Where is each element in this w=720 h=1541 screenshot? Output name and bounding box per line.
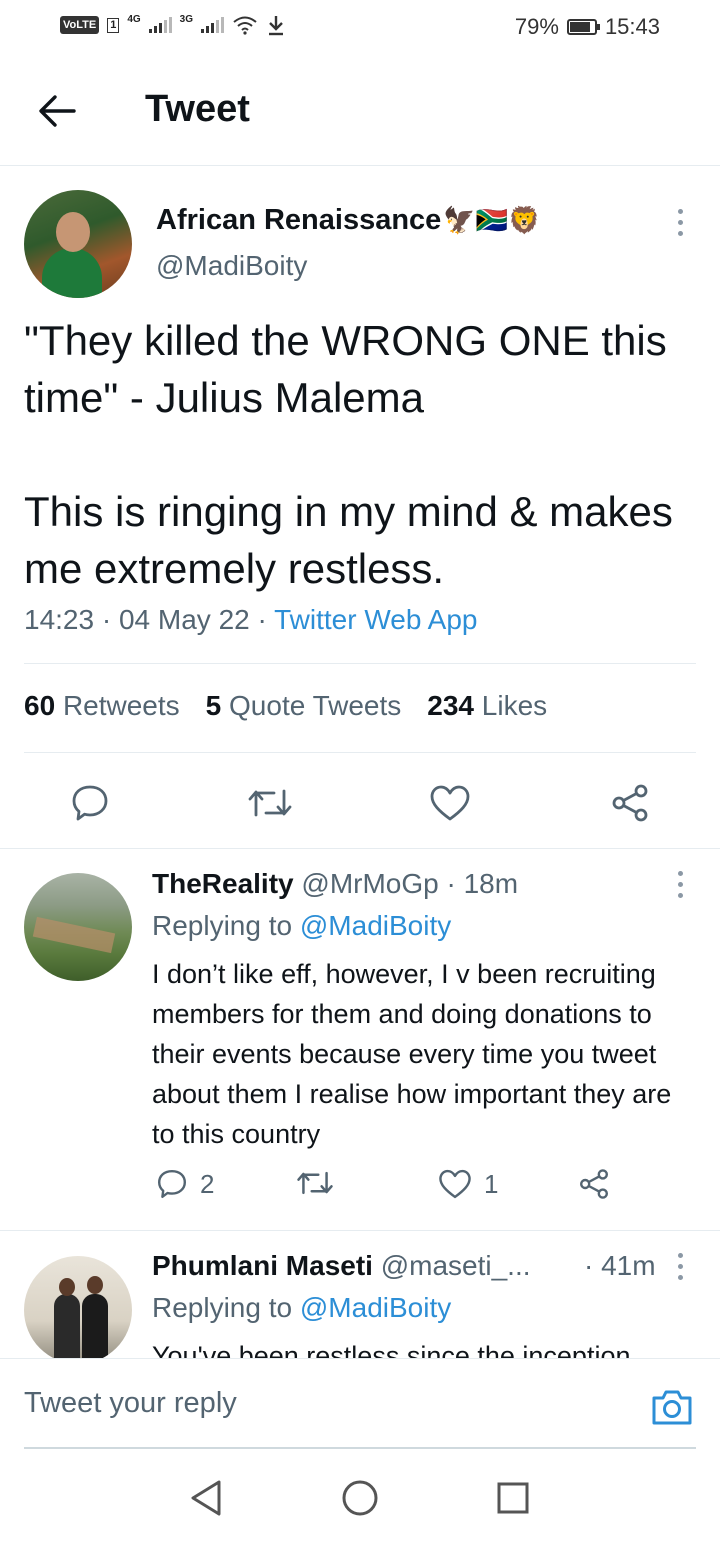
heart-icon [430,785,470,821]
camera-button[interactable] [650,1387,694,1427]
battery-icon [566,19,600,35]
replying-to: Replying to @MadiBoity [152,910,451,942]
reply-avatar[interactable] [24,1256,132,1358]
reply-age: · 18m [446,868,519,899]
reply-author-name[interactable]: Phumlani Maseti [152,1250,373,1281]
nav-back-button[interactable] [186,1478,226,1518]
reply-more-options-button[interactable] [670,1246,690,1286]
quote-tweets-count: 5 [205,690,222,721]
tweet-actions [0,770,720,834]
nav-recents-button[interactable] [493,1478,533,1518]
download-icon [269,16,284,36]
reply-text: You've been restless since the inception [152,1341,631,1358]
author-avatar[interactable] [24,190,132,298]
reply-button[interactable] [65,778,115,828]
reply-author-name[interactable]: TheReality [152,868,294,899]
volte-badge: VoLTE [60,16,100,34]
author-name-text: African Renaissance [156,204,442,236]
battery-percent: 79% [514,14,559,39]
square-recents-icon [497,1482,529,1514]
reply-more-options-button[interactable] [670,864,690,904]
tweet-source-link[interactable]: Twitter Web App [274,604,477,635]
retweets-count: 60 [24,690,56,721]
share-icon [580,1169,608,1199]
status-left: VoLTE 1 4G 3G [60,14,286,36]
input-underline [24,1447,696,1449]
back-button[interactable] [32,86,82,136]
camera-icon [652,1390,692,1425]
page-title: Tweet [145,88,250,130]
reply-avatar[interactable] [24,873,132,981]
retweet-button[interactable] [245,778,295,828]
like-button[interactable] [425,778,475,828]
reply-share-button[interactable] [578,1168,610,1200]
tweet-stats: 60 Retweets 5 Quote Tweets 234 Likes [24,690,573,722]
reply-actions: 2 1 [152,1168,692,1212]
like-count: 1 [484,1168,499,1199]
author-name[interactable]: African Renaissance 🦅🇿🇦🦁 [156,204,540,237]
wifi-icon [233,16,257,35]
section-divider [0,848,720,849]
reply-item: Phumlani Maseti @maseti_... · 41m Replyi… [0,1232,720,1358]
circle-home-icon [342,1480,378,1516]
triangle-back-icon [191,1480,221,1516]
divider [24,752,696,753]
reply-compose-bar [0,1358,720,1450]
author-handle[interactable]: @MadiBoity [156,250,307,282]
retweet-icon [248,789,292,817]
quote-tweets-label: Quote Tweets [229,690,402,721]
reply-header: Phumlani Maseti @maseti_... [152,1250,531,1282]
tweet-time: 14:23 [24,604,95,635]
replying-to-label: Replying to [152,1292,293,1323]
reply-like-button[interactable]: 1 [438,1168,498,1200]
reply-input[interactable] [24,1387,584,1420]
signal-bars-icon [148,17,172,33]
retweet-icon [297,1171,333,1195]
clock: 15:43 [604,14,660,39]
replying-to-handle[interactable]: @MadiBoity [300,1292,451,1323]
divider [24,663,696,664]
share-button[interactable] [605,778,655,828]
reply-age: · 41m [584,1250,656,1281]
sim-indicator: 1 [107,17,120,33]
tweet-meta: 14:23 · 04 May 22 · Twitter Web App [24,604,478,635]
replying-to-label: Replying to [152,910,293,941]
quote-tweets-stat[interactable]: 5 Quote Tweets [206,690,402,722]
network-type-1: 4G [127,13,141,25]
reply-text: I don’t like eff, however, I v been recr… [152,959,672,1149]
more-options-button[interactable] [670,202,690,242]
network-type-2: 3G [179,13,194,25]
heart-icon [439,1169,471,1199]
likes-label: Likes [481,690,548,721]
arrow-left-icon [39,95,76,127]
system-nav-bar [0,1450,720,1541]
status-bar: VoLTE 1 4G 3G 79% 15:43 [0,0,720,56]
comment-icon [72,785,108,821]
likes-stat[interactable]: 234 Likes [427,690,547,722]
nav-home-button[interactable] [340,1478,380,1518]
reply-author-handle[interactable]: @maseti_... [381,1250,531,1281]
comment-icon [158,1170,186,1198]
retweets-stat[interactable]: 60 Retweets [24,690,180,722]
author-emojis: 🦅🇿🇦🦁 [443,205,541,236]
replying-to-handle[interactable]: @MadiBoity [300,910,451,941]
status-right: 79% 15:43 [515,14,660,40]
replying-to: Replying to @MadiBoity [152,1292,451,1324]
tweet-date: 04 May 22 [118,604,250,635]
likes-count: 234 [427,690,474,721]
signal-bars-icon [201,17,225,33]
reply-reply-button[interactable]: 2 [156,1168,214,1200]
tweet-text: "They killed the WRONG ONE this time" - … [24,317,673,592]
reply-header: TheReality @MrMoGp · 18m [152,868,518,900]
retweets-label: Retweets [62,690,180,721]
section-divider [0,1230,720,1231]
reply-count: 2 [200,1168,215,1199]
reply-author-handle[interactable]: @MrMoGp [301,868,438,899]
reply-retweet-button[interactable] [296,1168,334,1198]
share-icon [612,784,648,822]
top-app-bar: Tweet [0,56,720,166]
